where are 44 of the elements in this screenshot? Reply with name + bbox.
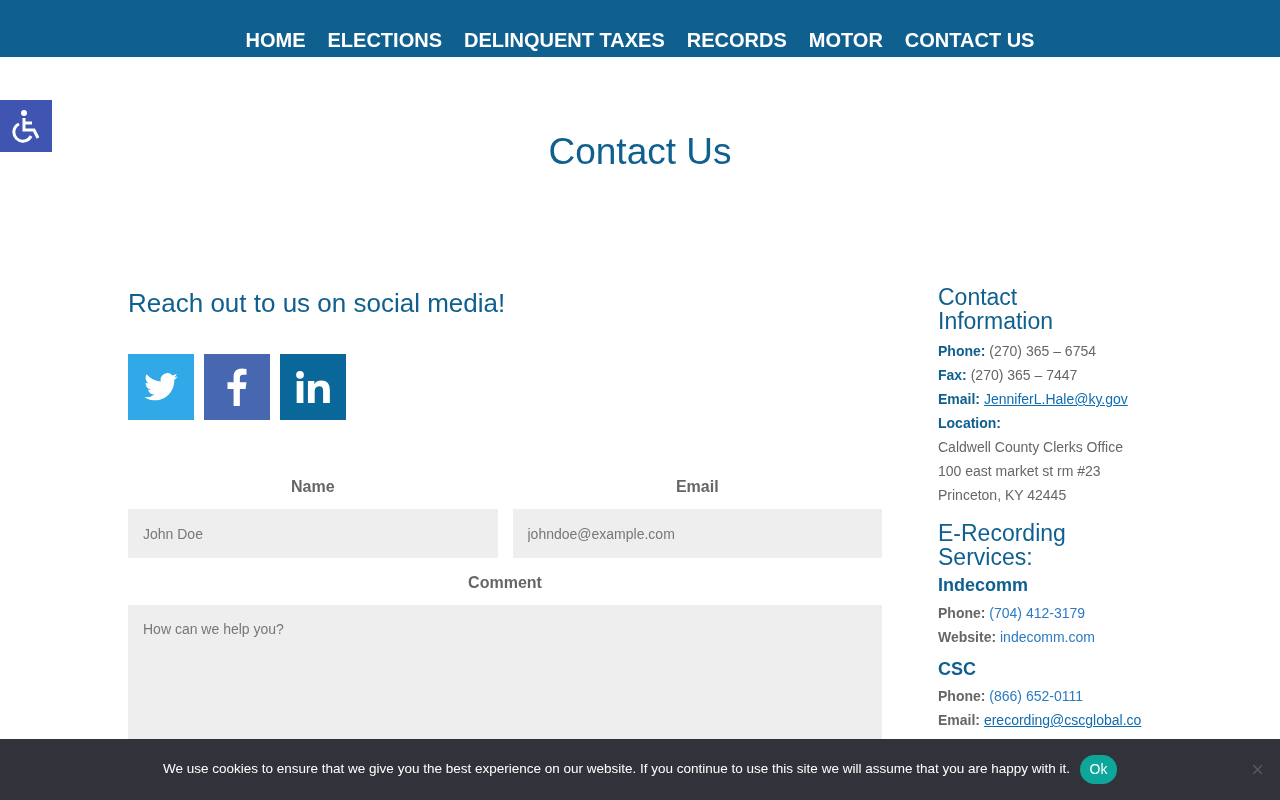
contact-value: (270) 365 – 6754 xyxy=(989,343,1096,359)
field-label: Comment xyxy=(468,573,542,593)
info-label: Email: xyxy=(938,391,980,407)
contact-value: (270) 365 – 7447 xyxy=(970,367,1078,383)
contact-link[interactable]: (866) 652-0111 xyxy=(989,688,1083,704)
ok-button[interactable]: Ok xyxy=(1080,755,1117,784)
info-label: Email: xyxy=(938,712,980,728)
nav-link[interactable]: DELINQUENT TAXES xyxy=(464,26,665,54)
facebook-icon xyxy=(227,368,247,406)
info-label: Website: xyxy=(938,629,997,645)
info-label: Phone: xyxy=(938,605,986,621)
field-label: Email xyxy=(675,477,719,497)
nav-link[interactable]: RECORDS xyxy=(686,26,787,54)
contact-link[interactable]: indecomm.com xyxy=(1000,629,1095,645)
address-line: Princeton, KY 42445 xyxy=(938,487,1067,503)
info-label: Location: xyxy=(938,415,1001,431)
wheelchair-icon xyxy=(10,109,42,143)
social-heading: Reach out to us on social media! xyxy=(128,287,507,319)
info-label: Phone: xyxy=(938,688,986,704)
linkedin-icon xyxy=(296,371,330,403)
section-heading: Contact Information xyxy=(938,285,1055,333)
provider-name: CSC xyxy=(938,658,977,681)
email-link[interactable]: erecording@cscglobal.co xyxy=(983,712,1142,728)
linkedin-button[interactable] xyxy=(280,354,346,420)
input-field[interactable]: johndoe@example.com xyxy=(512,509,882,558)
provider-name: Indecomm xyxy=(938,574,1030,597)
address-line: 100 east market st rm #23 xyxy=(938,463,1101,479)
info-label: Fax: xyxy=(938,367,967,383)
address-line: Caldwell County Clerks Office xyxy=(938,439,1123,455)
input-field[interactable]: John Doe xyxy=(128,509,498,558)
facebook-button[interactable] xyxy=(204,354,270,420)
info-label: Phone: xyxy=(938,343,986,359)
section-heading: E-Recording Services: xyxy=(938,521,1067,569)
nav-link[interactable]: HOME xyxy=(245,26,306,54)
email-link[interactable]: JenniferL.Hale@ky.gov xyxy=(983,391,1128,407)
nav-link[interactable]: ELECTIONS xyxy=(327,26,442,54)
page-title: Contact Us xyxy=(547,130,733,174)
bird-icon xyxy=(144,373,178,401)
field-label: Name xyxy=(290,477,335,497)
contact-link[interactable]: (704) 412-3179 xyxy=(989,605,1086,621)
accessibility-button[interactable] xyxy=(0,100,52,152)
nav-link[interactable]: MOTOR xyxy=(808,26,883,54)
twitter-button[interactable] xyxy=(128,354,194,420)
nav-link[interactable]: CONTACT US xyxy=(904,26,1035,54)
